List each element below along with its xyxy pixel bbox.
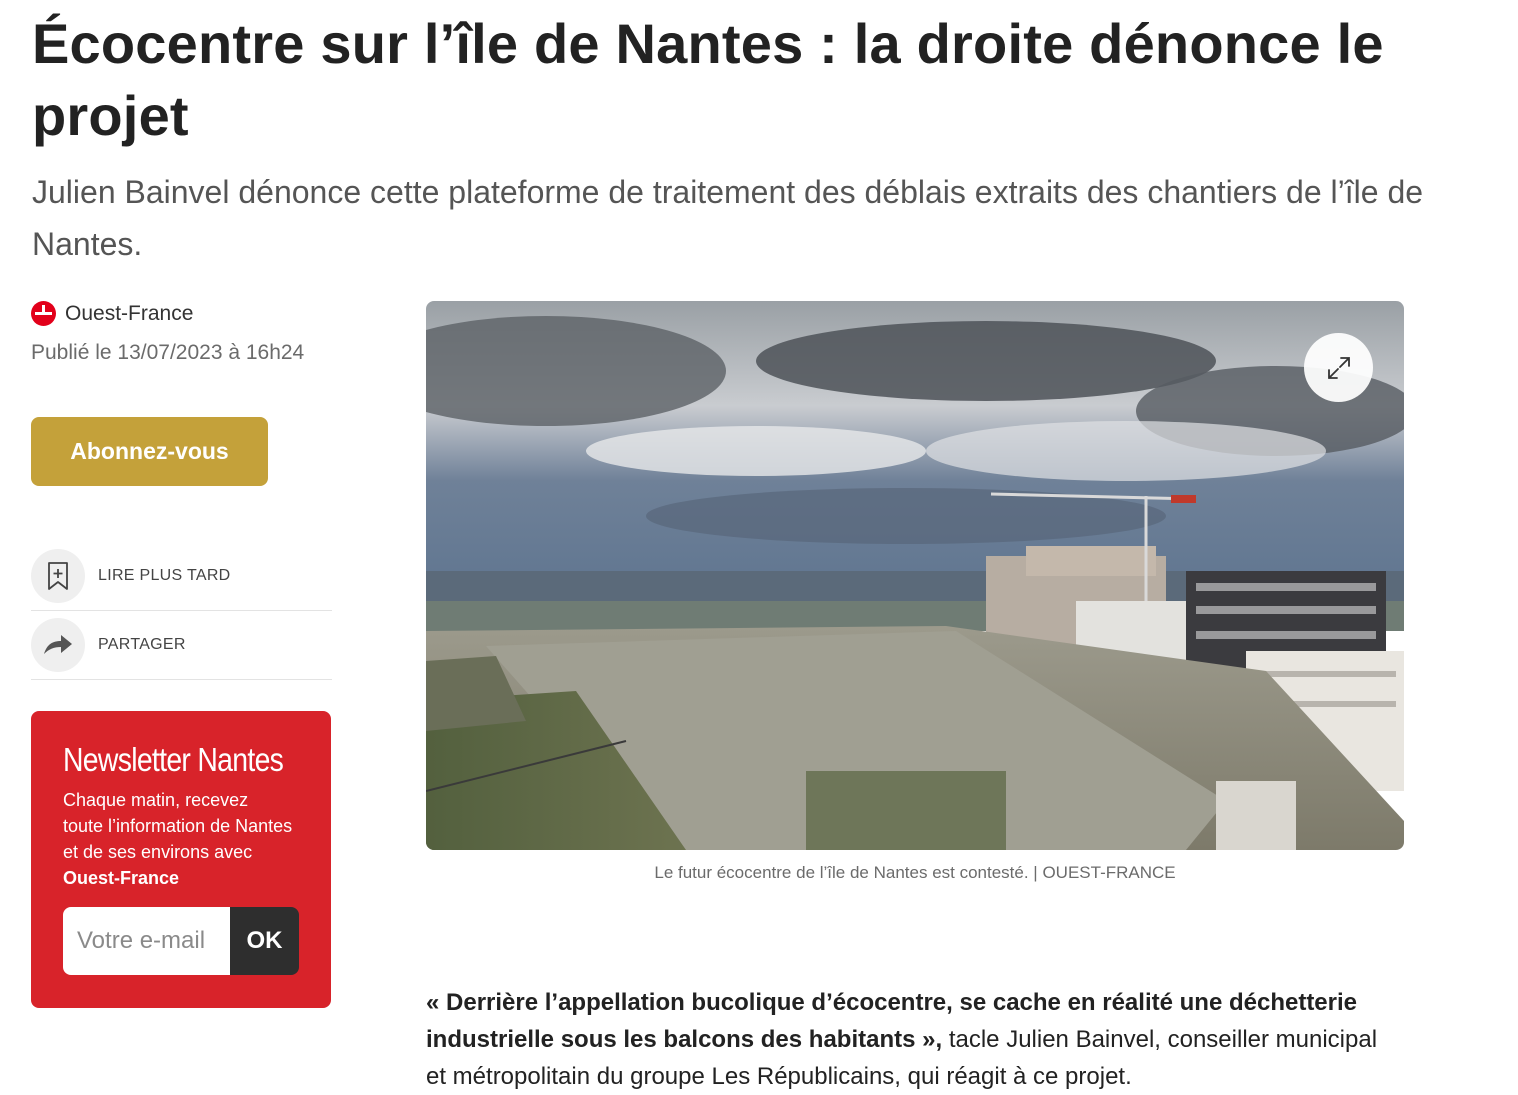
newsletter-text: Chaque matin, recevez toute l’informatio… [63,787,293,891]
subscribe-button[interactable]: Abonnez-vous [31,417,268,486]
bookmark-icon [31,549,85,603]
photo-caption: Le futur écocentre de l’île de Nantes es… [654,863,1176,882]
article-headline: Écocentre sur l’île de Nantes : la droit… [32,12,1384,147]
expand-icon [1327,356,1350,379]
publish-date: Publié le 13/07/2023 à 16h24 [31,341,305,364]
read-later-button[interactable]: LIRE PLUS TARD [31,542,332,611]
newsletter-description: Chaque matin, recevez toute l’informatio… [63,790,293,862]
share-label: PARTAGER [98,636,186,653]
article-body-paragraph: « Derrière l’appellation bucolique d’éco… [426,984,1386,1095]
newsletter-title: Newsletter Nantes [63,741,284,778]
newsletter-box: Newsletter Nantes Chaque matin, recevez … [31,711,331,1008]
share-arrow-icon [31,618,85,672]
read-later-label: LIRE PLUS TARD [98,567,231,584]
source-name: Ouest-France [65,301,194,325]
newsletter-form: OK [63,907,299,975]
newsletter-brand: Ouest-France [63,868,180,888]
article-photo[interactable] [426,301,1404,850]
source-byline[interactable]: Ouest-France [31,301,193,326]
newsletter-ok-button[interactable]: OK [230,907,299,975]
article-subtitle: Julien Bainvel dénonce cette plateforme … [32,174,1424,262]
ouest-france-logo-icon [31,301,56,326]
share-button[interactable]: PARTAGER [31,611,332,680]
newsletter-email-input[interactable] [63,907,230,975]
expand-photo-button[interactable] [1304,333,1373,402]
